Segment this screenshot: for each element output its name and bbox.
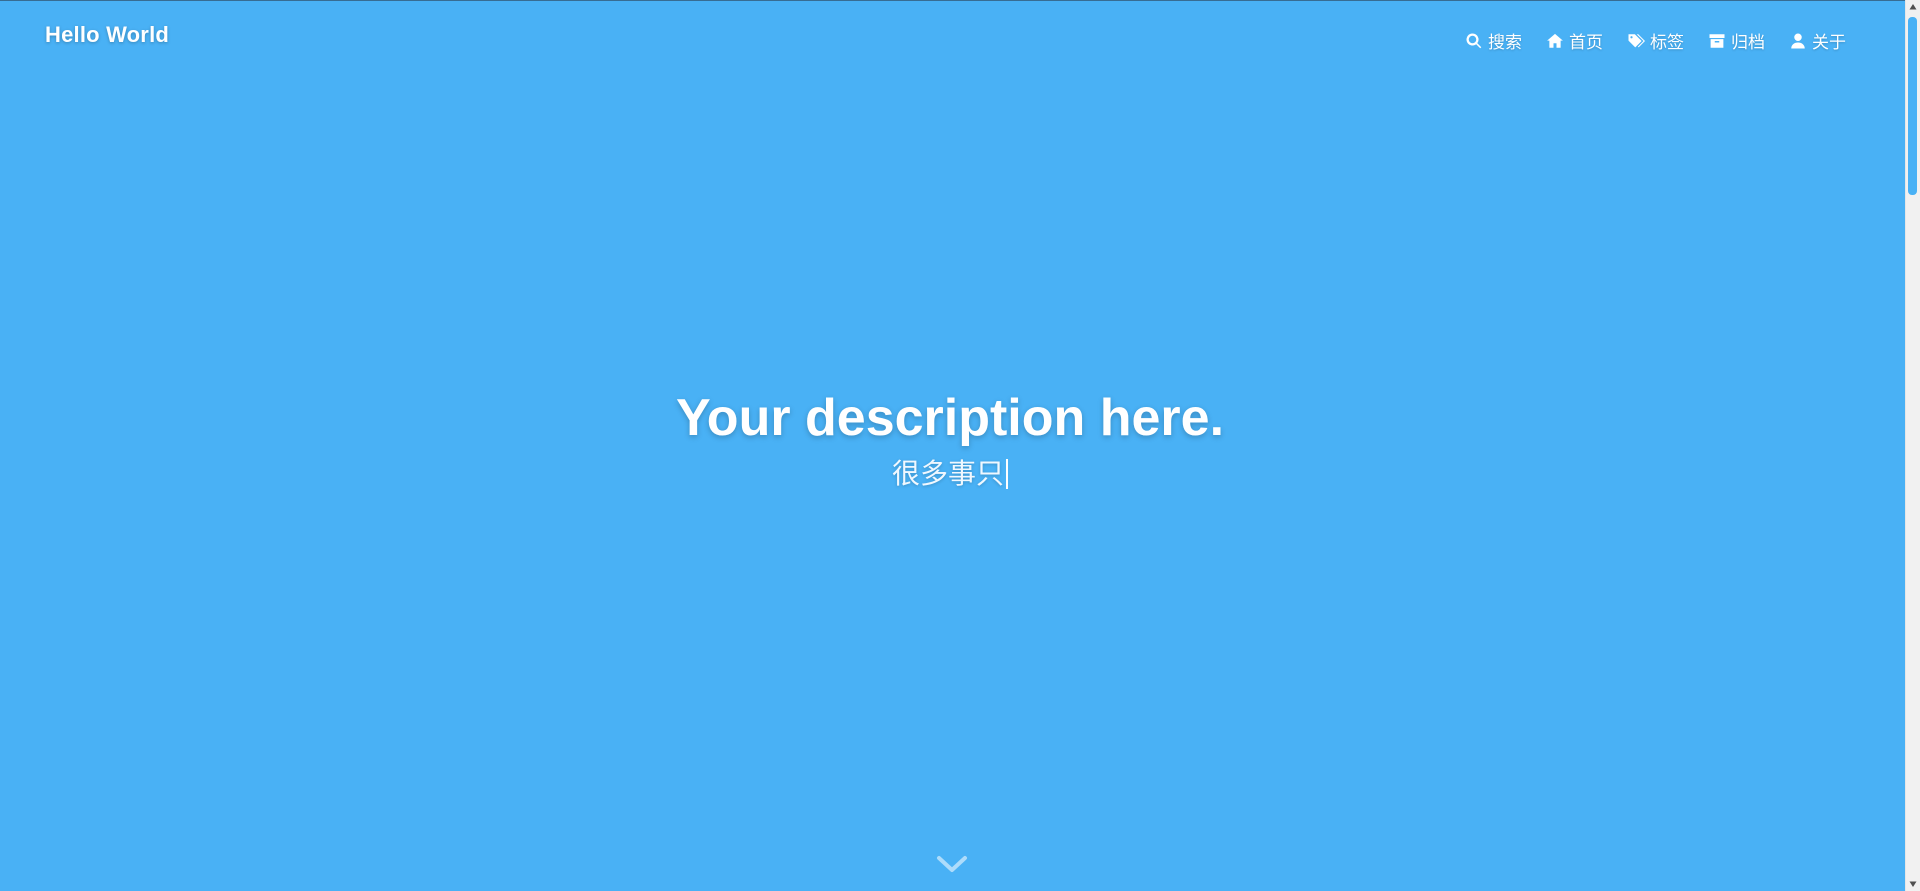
chevron-down-icon	[937, 856, 967, 872]
menu-label-about: 关于	[1812, 33, 1846, 52]
navbar: Hello World 搜索 首页 标签 归档 关于	[0, 0, 1900, 80]
triangle-up-icon	[1909, 4, 1917, 10]
hero-subtitle: 很多事只	[891, 458, 1004, 490]
menu-item-search[interactable]: 搜索	[1465, 28, 1522, 53]
page-scrollbar[interactable]	[1905, 0, 1920, 891]
menu-label-tags: 标签	[1650, 33, 1684, 52]
triangle-down-icon	[1909, 881, 1917, 887]
menu-label-home: 首页	[1569, 33, 1603, 52]
menu-label-archive: 归档	[1731, 33, 1765, 52]
menu-item-tags[interactable]: 标签	[1627, 28, 1684, 53]
menu-item-about[interactable]: 关于	[1789, 28, 1846, 53]
menu-item-home[interactable]: 首页	[1546, 28, 1603, 53]
menu-label-search: 搜索	[1488, 33, 1522, 52]
scroll-down-arrow[interactable]	[1906, 877, 1920, 891]
typing-cursor	[1006, 459, 1008, 490]
tags-icon	[1628, 33, 1645, 47]
nav-menu: 搜索 首页 标签 归档 关于	[1465, 28, 1846, 53]
archive-icon	[1709, 33, 1725, 48]
hero-section: Your description here. 很多事只	[0, 389, 1900, 491]
site-title[interactable]: Hello World	[45, 22, 169, 48]
user-icon	[1791, 33, 1805, 48]
menu-item-archive[interactable]: 归档	[1708, 28, 1765, 53]
hero-title: Your description here.	[675, 389, 1225, 447]
search-icon	[1466, 33, 1482, 48]
scroll-up-arrow[interactable]	[1906, 0, 1920, 14]
scrollbar-thumb[interactable]	[1908, 17, 1917, 195]
home-icon	[1547, 33, 1563, 48]
hero-subtitle-line: 很多事只	[0, 457, 1900, 491]
scroll-down-button[interactable]	[936, 852, 968, 876]
page: Hello World 搜索 首页 标签 归档 关于 Your descript…	[0, 0, 1920, 891]
